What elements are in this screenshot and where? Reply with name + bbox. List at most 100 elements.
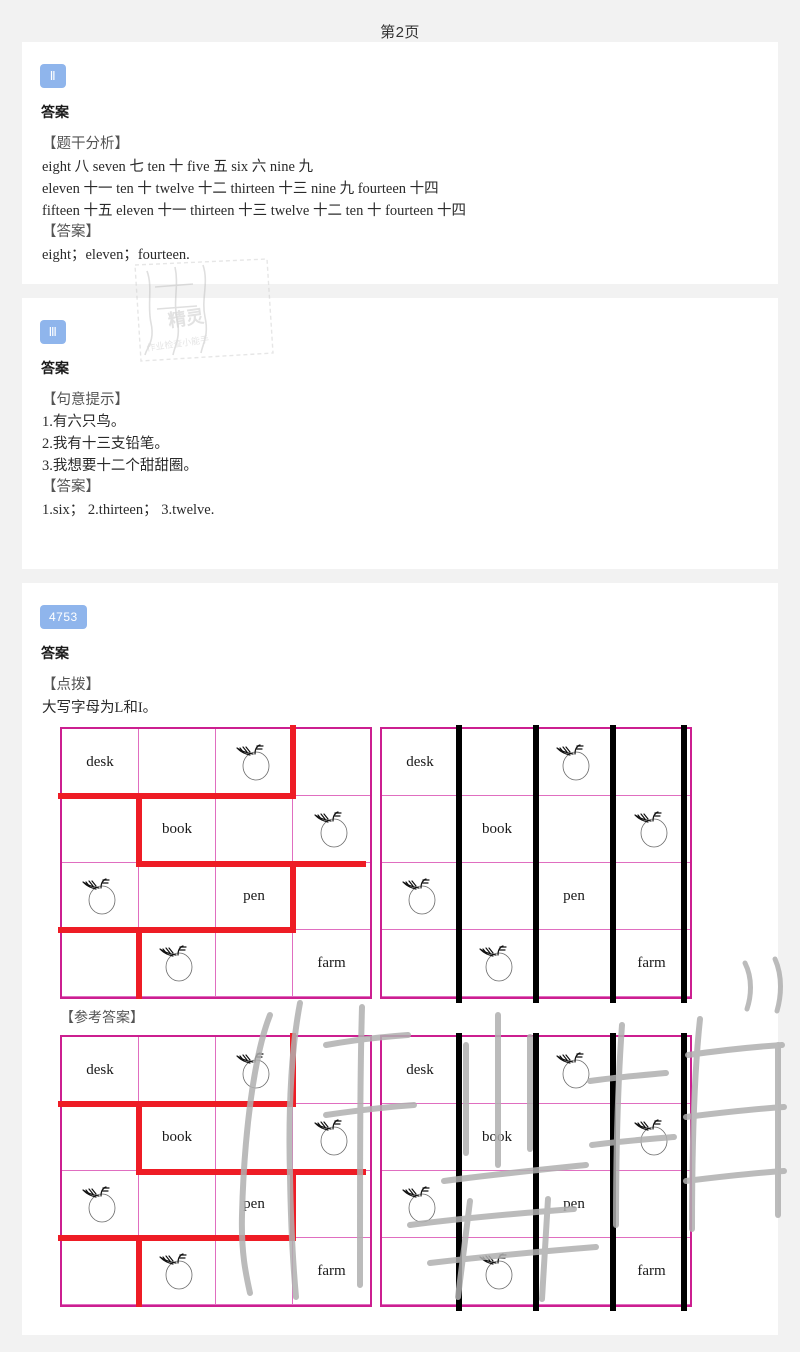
section-badge-3[interactable]: 4753	[40, 605, 87, 630]
red-stroke-horizontal-3	[58, 927, 296, 934]
apple-icon	[313, 1119, 347, 1156]
red-stroke-horizontal-3	[58, 1235, 296, 1242]
apple-icon	[479, 945, 513, 982]
grid-cell	[216, 930, 293, 998]
answer-heading-3: 答案	[41, 645, 69, 662]
grid-cell	[536, 930, 613, 998]
red-stroke-horizontal-2	[136, 861, 366, 868]
grid-cell	[536, 1037, 613, 1105]
apple-icon	[556, 1052, 590, 1089]
analysis-heading-1: 【题干分析】	[42, 136, 129, 152]
grid-table-left-1: desk book pen farm	[58, 725, 372, 1000]
grid-cell	[459, 1171, 536, 1239]
red-stroke-vertical-2	[136, 793, 142, 868]
page-title: 第2页	[380, 24, 420, 41]
black-stroke-1	[456, 1033, 462, 1312]
grid-cell	[536, 1238, 613, 1306]
apple-icon	[159, 1253, 193, 1290]
black-stroke-3	[610, 725, 616, 1004]
grid-cell	[139, 863, 216, 931]
grid-cell	[216, 729, 293, 797]
analysis-line-1-3: fifteen 十五 eleven 十一 thirteen 十三 twelve …	[42, 202, 467, 219]
black-stroke-3	[610, 1033, 616, 1312]
grid-cell	[293, 729, 370, 797]
answer-card-1: Ⅱ 答案 【题干分析】 eight 八 seven 七 ten 十 five 五…	[22, 42, 778, 362]
grid-cell	[536, 729, 613, 797]
grid-table-right-1: desk book pen farm	[380, 725, 692, 1004]
black-stroke-4	[681, 1033, 687, 1312]
grid-cell	[536, 1104, 613, 1172]
section-badge-2[interactable]: Ⅲ	[40, 319, 66, 344]
apple-icon	[236, 744, 270, 781]
red-stroke-vertical-4	[136, 927, 142, 1000]
apple-icon	[236, 1052, 270, 1089]
grid-cell	[139, 1238, 216, 1306]
grid-cell	[293, 1171, 370, 1239]
red-stroke-vertical-4	[136, 1235, 142, 1308]
grid-cell	[62, 1238, 139, 1306]
table-row: farm	[62, 930, 370, 998]
grid-cell	[216, 1238, 293, 1306]
grid-cell	[459, 863, 536, 931]
red-stroke-horizontal-1	[58, 793, 296, 800]
apple-icon	[82, 878, 116, 915]
grid-cell: book	[139, 796, 216, 864]
grid-cell: desk	[62, 729, 139, 797]
hint-line-2-3: 3.我想要十二个甜甜圈。	[42, 458, 198, 475]
grid-table-right-2: desk book pen farm	[380, 1033, 692, 1312]
grid-cell: desk	[382, 1037, 459, 1105]
apple-icon	[159, 945, 193, 982]
grid-cell	[216, 796, 293, 864]
grid-cell: farm	[293, 930, 370, 998]
grid-cell	[139, 1037, 216, 1105]
hint-heading-2: 【句意提示】	[42, 391, 129, 408]
grid-cell	[293, 1104, 370, 1172]
grid-cell: farm	[613, 930, 690, 998]
grid-cell: farm	[293, 1238, 370, 1306]
table-row: pen	[62, 863, 370, 931]
grid-cell	[139, 930, 216, 998]
grid-cell	[459, 930, 536, 998]
apple-icon	[633, 1119, 667, 1156]
tip-line-3: 大写字母为L和I。	[42, 700, 158, 716]
answer-heading-1: 答案	[41, 104, 69, 120]
answer-card-2: Ⅲ 答案 【句意提示】 1.有六只鸟。 2.我有十三支铅笔。 3.我想要十二个甜…	[22, 297, 778, 570]
answer-subheading-2: 【答案】	[42, 479, 100, 496]
grid-cell: desk	[62, 1037, 139, 1105]
grid-cell	[382, 796, 459, 864]
grid-cell: pen	[216, 1171, 293, 1239]
grid-cell	[62, 863, 139, 931]
grid-cell	[536, 796, 613, 864]
apple-icon	[402, 878, 436, 915]
red-stroke-vertical-1	[290, 1033, 296, 1108]
grid-cell	[382, 930, 459, 998]
answer-line-2: 1.six； 2.thirteen； 3.twelve.	[42, 502, 215, 519]
table-row: farm	[62, 1238, 370, 1306]
red-stroke-vertical-2	[136, 1101, 142, 1176]
red-stroke-vertical-3	[290, 861, 296, 932]
grid-cell	[382, 1238, 459, 1306]
section-badge-1[interactable]: Ⅱ	[40, 64, 66, 88]
grid-cell: book	[459, 796, 536, 864]
grid-cell	[139, 1171, 216, 1239]
grid-cell	[382, 1104, 459, 1172]
grid-cell	[62, 796, 139, 864]
reference-answer-label: 【参考答案】	[60, 1010, 144, 1027]
tip-heading-3: 【点拨】	[42, 677, 100, 694]
grid-cell: pen	[536, 863, 613, 931]
black-stroke-4	[681, 725, 687, 1004]
grid-cell	[293, 863, 370, 931]
black-stroke-2	[533, 1033, 539, 1312]
table-row: desk	[62, 729, 370, 797]
black-stroke-1	[456, 725, 462, 1004]
grid-cell: book	[459, 1104, 536, 1172]
grid-cell	[459, 1037, 536, 1105]
grid-cell: pen	[536, 1171, 613, 1239]
grid-tables-row-2: desk book pen farm desk book pen farm	[58, 1033, 760, 1312]
analysis-line-1-1: eight 八 seven 七 ten 十 five 五 six 六 nine …	[42, 158, 314, 175]
table-row: book	[62, 1104, 370, 1172]
grid-cell	[613, 863, 690, 931]
grid-cell	[293, 796, 370, 864]
apple-icon	[402, 1186, 436, 1223]
apple-icon	[556, 744, 590, 781]
